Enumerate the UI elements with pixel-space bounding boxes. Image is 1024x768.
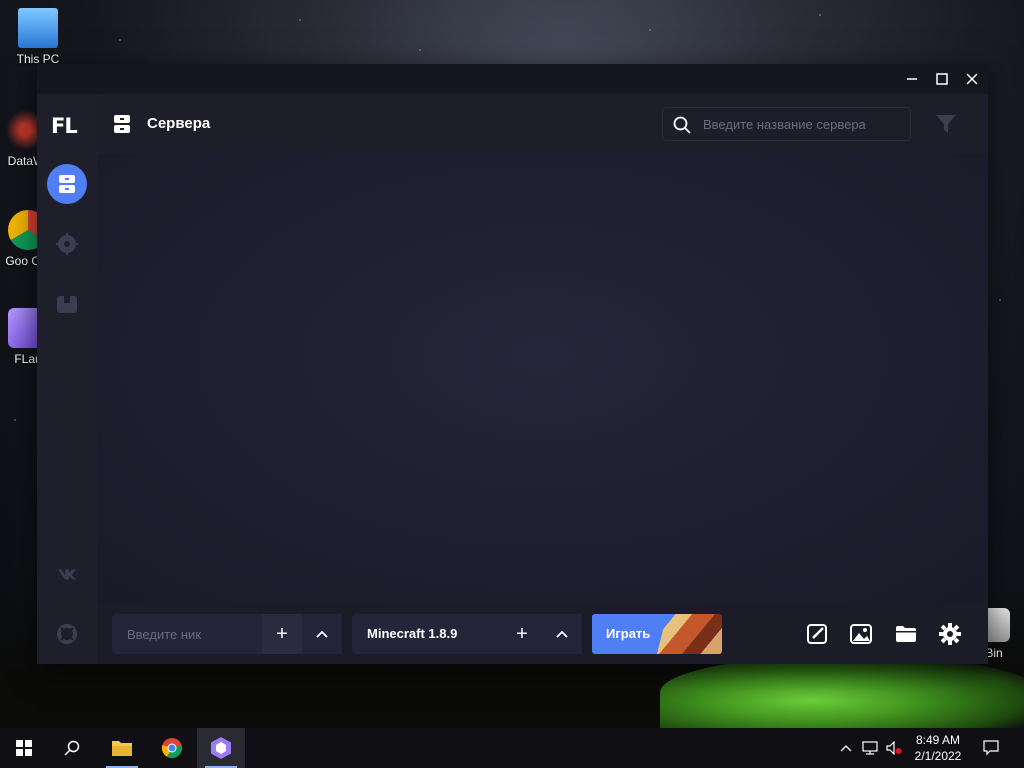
- server-search[interactable]: [662, 107, 911, 141]
- app-logo: FL: [51, 114, 78, 138]
- network-tray-button[interactable]: [862, 740, 878, 756]
- settings-button[interactable]: [938, 622, 962, 646]
- desktop-icon-this-pc[interactable]: This PC: [6, 8, 70, 66]
- tray-overflow-button[interactable]: [838, 740, 854, 756]
- action-center-button[interactable]: [983, 740, 999, 756]
- nickname-group: +: [112, 614, 342, 654]
- minimize-button[interactable]: [897, 64, 927, 94]
- taskbar-file-explorer[interactable]: [98, 728, 146, 768]
- page-title: Сервера: [147, 115, 211, 132]
- windows-icon: [16, 740, 32, 756]
- game-folder-button[interactable]: [894, 622, 918, 646]
- maximize-button[interactable]: [927, 64, 957, 94]
- sidebar-item-servers[interactable]: [47, 164, 87, 204]
- box-icon: [57, 296, 77, 313]
- sidebar-item-packages[interactable]: [47, 284, 87, 324]
- plus-icon: +: [276, 622, 288, 645]
- taskbar: 8:49 AM 2/1/2022: [0, 728, 1024, 768]
- wallpaper-tent: [660, 655, 1024, 730]
- clock-time: 8:49 AM: [915, 733, 961, 747]
- page-header: Сервера: [97, 94, 988, 154]
- compass-icon: [56, 233, 78, 255]
- flauncher-icon: [211, 737, 231, 759]
- sidebar-item-explore[interactable]: [47, 224, 87, 264]
- search-input[interactable]: [703, 108, 903, 140]
- taskbar-flauncher[interactable]: [197, 728, 245, 768]
- taskbar-clock[interactable]: 8:49 AM 2/1/2022: [900, 732, 976, 764]
- title-bar[interactable]: [37, 64, 988, 94]
- notification-icon: [983, 740, 999, 756]
- folder-icon: [896, 626, 916, 642]
- add-account-button[interactable]: +: [262, 614, 302, 654]
- chevron-up-icon: [316, 630, 328, 638]
- network-icon: [862, 741, 878, 755]
- nickname-input[interactable]: [112, 614, 262, 654]
- play-button[interactable]: Играть: [592, 614, 722, 654]
- launcher-window: FL Сервера Введите название сервера Введ…: [37, 64, 988, 664]
- search-icon: [673, 116, 691, 134]
- support-link[interactable]: [57, 624, 77, 644]
- folder-icon: [112, 741, 132, 756]
- close-button[interactable]: [957, 64, 987, 94]
- chevron-up-icon: [840, 745, 852, 752]
- maximize-icon: [936, 73, 948, 85]
- version-group: Minecraft 1.8.9 +: [352, 614, 582, 654]
- screenshots-button[interactable]: [849, 622, 873, 646]
- sidebar: FL: [37, 94, 97, 664]
- image-icon: [850, 624, 872, 644]
- launch-bar: + Minecraft 1.8.9 + Играть: [97, 604, 988, 664]
- minimize-icon: [907, 78, 917, 80]
- chevron-up-icon: [556, 630, 568, 638]
- filter-icon[interactable]: [935, 113, 957, 135]
- play-label: Играть: [606, 626, 651, 641]
- clock-date: 2/1/2022: [914, 749, 962, 763]
- version-label[interactable]: Minecraft 1.8.9: [367, 626, 457, 641]
- start-button[interactable]: [0, 728, 48, 768]
- search-button[interactable]: [48, 728, 96, 768]
- add-version-button[interactable]: +: [502, 614, 542, 654]
- vk-icon: [57, 569, 77, 580]
- server-icon: [114, 115, 130, 133]
- vk-link[interactable]: [57, 564, 77, 584]
- account-dropdown-button[interactable]: [302, 614, 342, 654]
- computer-icon: [18, 8, 58, 48]
- play-button-art: [656, 614, 722, 654]
- chrome-icon: [161, 738, 183, 758]
- taskbar-chrome[interactable]: [148, 728, 196, 768]
- gear-icon: [939, 623, 961, 645]
- server-icon: [59, 175, 75, 193]
- servers-content-area: [97, 154, 988, 604]
- skin-editor-button[interactable]: [805, 622, 829, 646]
- version-dropdown-button[interactable]: [542, 614, 582, 654]
- plus-icon: +: [516, 622, 528, 645]
- edit-icon: [807, 624, 827, 644]
- close-icon: [966, 73, 978, 85]
- search-icon: [64, 740, 80, 756]
- lifebuoy-icon: [57, 624, 77, 644]
